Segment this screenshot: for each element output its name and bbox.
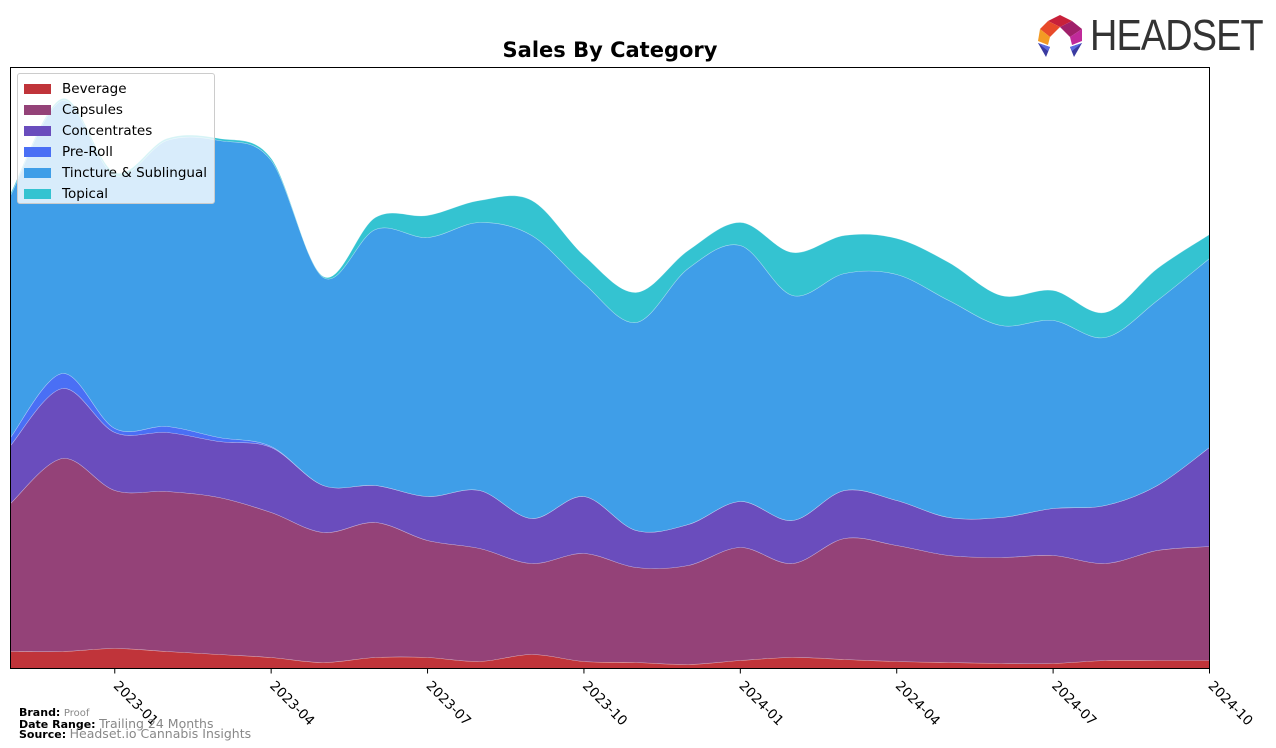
x-tick-label: 2024-10: [1205, 678, 1256, 729]
source-key: Source:: [19, 728, 67, 741]
legend-label: Topical: [62, 185, 108, 202]
legend-item-beverage[interactable]: Beverage: [18, 78, 214, 99]
x-axis: 2023-01 2023-04 2023-07 2023-10 2024-01 2024-…: [110, 668, 1256, 729]
footer-source: Source: Headset.io Cannabis Insights: [19, 726, 252, 741]
x-tick-label: 2024-07: [1048, 678, 1099, 729]
legend-label: Pre-Roll: [62, 143, 113, 160]
headset-logo: HEADSET: [1036, 12, 1276, 60]
x-tick-label: 2023-10: [579, 678, 630, 729]
legend-label: Beverage: [62, 80, 127, 97]
legend-item-concentrates[interactable]: Concentrates: [18, 120, 214, 141]
x-tick-label: 2024-01: [735, 678, 786, 729]
legend-item-pre-roll[interactable]: Pre-Roll: [18, 141, 214, 162]
legend-label: Capsules: [62, 101, 123, 118]
legend-label: Tincture & Sublingual: [62, 164, 207, 181]
legend-item-capsules[interactable]: Capsules: [18, 99, 214, 120]
chart-title: Sales By Category: [502, 38, 718, 62]
legend-item-topical[interactable]: Topical: [18, 183, 214, 204]
legend-swatch-tincture: [24, 167, 51, 178]
headset-logo-text: HEADSET: [1090, 11, 1264, 60]
footer-info: Brand: Proof Date Range: Trailing 24 Mon…: [19, 707, 252, 741]
x-tick-label: 2023-04: [266, 678, 317, 729]
legend-swatch-topical: [24, 188, 51, 199]
legend-swatch-concentrates: [24, 125, 51, 136]
legend-swatch-capsules: [24, 104, 51, 115]
legend: Beverage Capsules Concentrates Pre-Roll …: [17, 73, 215, 204]
source-value: Headset.io Cannabis Insights: [69, 726, 252, 741]
legend-swatch-beverage: [24, 83, 51, 94]
x-tick-label: 2023-07: [423, 678, 474, 729]
legend-swatch-pre-roll: [24, 146, 51, 157]
legend-label: Concentrates: [62, 122, 153, 139]
legend-item-tincture[interactable]: Tincture & Sublingual: [18, 162, 214, 183]
x-tick-label: 2024-04: [892, 678, 943, 729]
headset-logo-icon: [1038, 15, 1082, 57]
